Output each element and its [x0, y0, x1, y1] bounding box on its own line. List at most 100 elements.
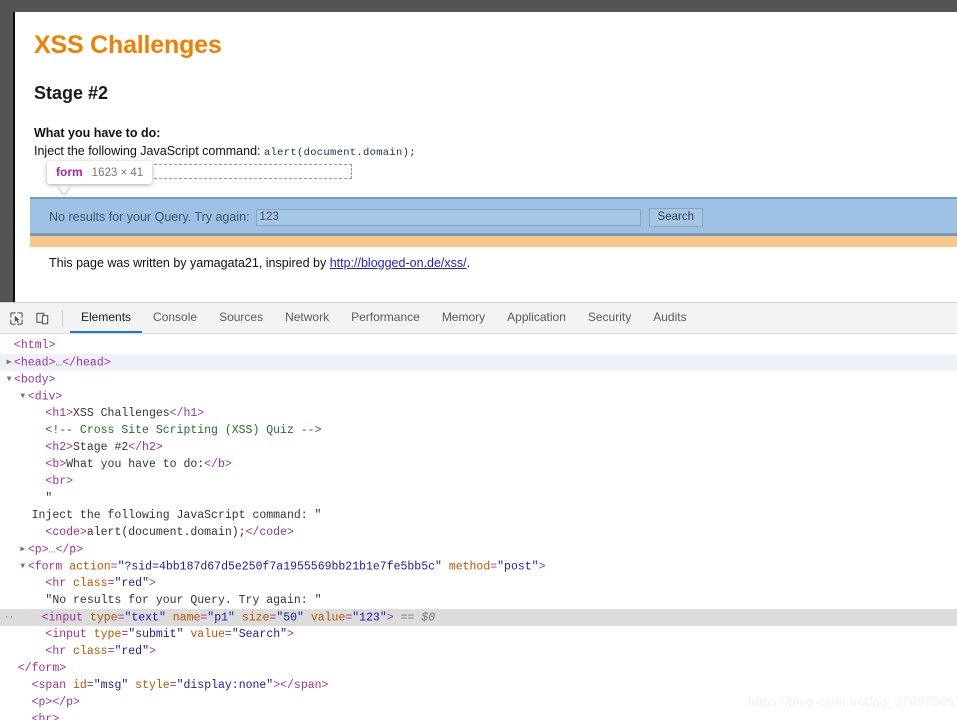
- dom-token: ": [45, 492, 53, 505]
- dom-token: "submit": [128, 628, 184, 641]
- dom-token: "50": [276, 611, 304, 625]
- dom-token: </b>: [204, 458, 232, 471]
- dom-tree[interactable]: <html> ▶ <head>…</head> ▼ <body> ▼ <div> <h…: [0, 334, 957, 720]
- dom-token: <span: [31, 679, 67, 692]
- tab-security[interactable]: Security: [577, 303, 642, 333]
- dom-token: type: [93, 628, 122, 641]
- twisty-open-icon[interactable]: ▼: [18, 558, 28, 575]
- dom-token: <form: [27, 560, 63, 574]
- twisty-closed-icon[interactable]: ▶: [4, 354, 14, 371]
- dom-token: </head>: [62, 356, 111, 370]
- selected-node-marker: == $0: [400, 611, 436, 625]
- highlight-border-bottom: [30, 233, 957, 236]
- dom-row[interactable]: <hr class="red">: [0, 575, 957, 592]
- dom-row[interactable]: </form>: [0, 660, 957, 677]
- dom-row[interactable]: <hr class="red">: [0, 643, 957, 660]
- dom-row[interactable]: <br>: [0, 473, 957, 490]
- dom-token: class: [73, 577, 108, 590]
- search-form: No results for your Query. Try again: Se…: [49, 206, 957, 228]
- dom-row[interactable]: Inject the following JavaScript command:…: [0, 507, 957, 524]
- footer-credit-link[interactable]: http://blogged-on.de/xss/: [330, 256, 467, 270]
- dom-token: <h2>: [45, 441, 74, 454]
- tab-application[interactable]: Application: [496, 303, 577, 333]
- inspect-element-icon[interactable]: [3, 305, 29, 331]
- dom-token: <div>: [27, 390, 63, 404]
- dom-row[interactable]: ▼ <div>: [0, 388, 957, 405]
- dom-token: value: [190, 628, 225, 641]
- dom-row[interactable]: <code>alert(document.domain);</code>: [0, 524, 957, 541]
- dom-token: "red": [114, 645, 149, 658]
- dom-token: "display:none": [176, 679, 274, 692]
- dom-row[interactable]: ▶ <head>…</head>: [0, 354, 957, 371]
- dom-row[interactable]: "No results for your Query. Try again: ": [0, 592, 957, 609]
- dom-token: <body>: [14, 373, 56, 387]
- dom-token: What you have to do:: [66, 458, 205, 471]
- dom-token: </p>: [52, 696, 80, 709]
- devtools-toolbar: Elements Console Sources Network Perform…: [0, 303, 957, 334]
- dom-token: Stage #2: [73, 441, 129, 454]
- twisty-open-icon[interactable]: ▼: [18, 388, 28, 405]
- dom-token: style: [135, 679, 170, 692]
- dom-token: alert(document.domain);: [86, 526, 246, 539]
- search-input[interactable]: [255, 208, 641, 226]
- dom-token: >: [386, 611, 394, 625]
- twisty-closed-icon[interactable]: ▶: [18, 541, 28, 558]
- dom-token: <br>: [45, 475, 74, 488]
- window-top-chrome: [0, 0, 957, 12]
- dom-token: <h1>: [45, 407, 74, 420]
- form-result-message: No results for your Query. Try again:: [49, 210, 250, 224]
- element-badge: form 1623 × 41: [47, 161, 153, 184]
- search-submit-button[interactable]: Search: [648, 207, 703, 227]
- dom-row-selected[interactable]: ·· <input type="text" name="p1" size="50…: [0, 609, 957, 626]
- dom-token: <input: [41, 611, 84, 625]
- dom-row[interactable]: ▼ <body>: [0, 371, 957, 388]
- dom-token: <html>: [14, 339, 56, 352]
- dom-row[interactable]: <b>What you have to do:</b>: [0, 456, 957, 473]
- dom-token: class: [73, 645, 108, 658]
- dom-token: size: [241, 611, 270, 625]
- tab-network[interactable]: Network: [274, 303, 340, 333]
- toolbar-divider: [62, 309, 63, 327]
- tab-audits[interactable]: Audits: [642, 303, 697, 333]
- dom-token: >: [148, 577, 156, 590]
- dom-token: XSS Challenges: [73, 407, 170, 420]
- dom-token: "red": [114, 577, 149, 590]
- dom-row[interactable]: <hr>: [0, 711, 957, 720]
- dom-token: <!-- Cross Site Scripting (XSS) Quiz -->: [45, 424, 322, 437]
- tab-console[interactable]: Console: [142, 303, 208, 333]
- twisty-open-icon[interactable]: ▼: [4, 371, 14, 388]
- dom-row[interactable]: <h1>XSS Challenges</h1>: [0, 405, 957, 422]
- dom-row[interactable]: <!-- Cross Site Scripting (XSS) Quiz -->: [0, 422, 957, 439]
- dom-token: </h2>: [128, 441, 163, 454]
- tab-memory[interactable]: Memory: [431, 303, 496, 333]
- dom-row[interactable]: ▶ <p>…</p>: [0, 541, 957, 558]
- dom-token: "No results for your Query. Try again: ": [45, 594, 322, 607]
- tab-performance[interactable]: Performance: [340, 303, 431, 333]
- dom-row[interactable]: <html>: [0, 337, 957, 354]
- dom-token: <b>: [45, 458, 67, 471]
- element-badge-dimensions: 1623 × 41: [91, 167, 144, 179]
- dom-row[interactable]: <input type="submit" value="Search">: [0, 626, 957, 643]
- page-footer-credit: This page was written by yamagata21, ins…: [49, 256, 470, 270]
- dom-row[interactable]: ▼ <form action="?sid=4bb187d67d5e250f7a19…: [0, 558, 957, 575]
- devtools-tab-bar: Elements Console Sources Network Perform…: [70, 303, 698, 333]
- dom-token: </span>: [280, 679, 329, 692]
- dom-row[interactable]: ": [0, 490, 957, 507]
- dom-token: <p>: [31, 696, 53, 709]
- tab-elements[interactable]: Elements: [70, 303, 143, 333]
- stage-heading: Stage #2: [34, 83, 109, 103]
- dom-token: value: [310, 611, 346, 625]
- dom-row[interactable]: <span id="msg" style="display:none"></sp…: [0, 677, 957, 694]
- footer-credit-period: .: [466, 256, 471, 270]
- dom-token: "123": [352, 611, 387, 625]
- page-title: XSS Challenges: [34, 31, 222, 59]
- dom-token: method: [448, 560, 491, 574]
- dom-token: <input: [45, 628, 87, 641]
- dom-token: <code>: [45, 526, 87, 539]
- highlight-border-top: [30, 197, 957, 199]
- tab-sources[interactable]: Sources: [208, 303, 274, 333]
- dom-token: </p>: [55, 543, 84, 557]
- dom-token: name: [172, 611, 201, 625]
- dom-row[interactable]: <h2>Stage #2</h2>: [0, 439, 957, 456]
- device-toolbar-icon[interactable]: [29, 305, 55, 331]
